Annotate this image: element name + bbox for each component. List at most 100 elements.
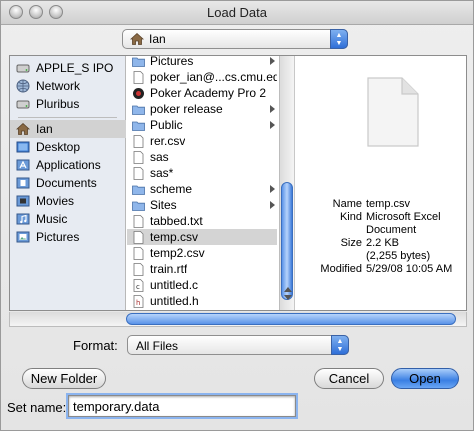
list-item[interactable]: sas — [127, 149, 277, 165]
scroll-up-icon[interactable] — [283, 287, 292, 292]
sidebar-item-label: Music — [36, 212, 68, 226]
scroll-down-icon[interactable] — [283, 295, 292, 300]
list-item[interactable]: scheme — [127, 181, 277, 197]
list-item[interactable]: train.rtf — [127, 261, 277, 277]
file-list-scrollbar[interactable] — [279, 56, 294, 310]
sidebar-item-label: Movies — [36, 194, 75, 208]
sidebar-item-label: Desktop — [36, 140, 81, 154]
preview-kind-value-2: Document — [366, 224, 417, 236]
sidebar-item-applications[interactable]: Applications — [10, 156, 126, 174]
sidebar-item-movies[interactable]: Movies — [10, 192, 126, 210]
home-icon — [16, 122, 30, 135]
file-name: Public — [150, 118, 183, 132]
folder-icon — [132, 121, 145, 131]
format-value: All Files — [136, 339, 179, 353]
sidebar-item-label: Pluribus — [36, 97, 80, 111]
file-name: untitled.c — [150, 278, 199, 292]
format-label: Format: — [73, 338, 118, 353]
document-icon — [133, 262, 144, 276]
list-item[interactable]: sas* — [127, 165, 277, 181]
horizontal-scrollbar-thumb[interactable] — [126, 313, 456, 325]
preview-name-key: Name — [332, 198, 362, 210]
sidebar-item-label: Pictures — [36, 230, 80, 244]
svg-text:h: h — [136, 299, 140, 307]
file-name: tabbed.txt — [150, 214, 203, 228]
document-icon — [133, 166, 144, 180]
file-name: sas* — [150, 166, 174, 180]
list-item[interactable]: tabbed.txt — [127, 213, 277, 229]
list-item[interactable]: Pictures — [127, 56, 277, 69]
file-name: poker_ian@...cs.cmu.edu — [150, 70, 277, 84]
list-item[interactable]: Public — [127, 117, 277, 133]
pictures-icon — [16, 231, 30, 243]
document-icon — [133, 246, 144, 260]
list-item[interactable]: rer.csv — [127, 133, 277, 149]
folder-icon — [132, 105, 145, 115]
popup-stepper-icon: ▲ ▼ — [330, 29, 348, 49]
h-file-icon: h — [133, 294, 144, 308]
open-button[interactable]: Open — [391, 368, 459, 389]
list-item[interactable]: Poker Academy Pro 2 — [127, 85, 277, 101]
applications-icon — [16, 159, 30, 171]
movies-icon — [16, 195, 30, 207]
file-name: rer.csv — [150, 134, 186, 148]
format-popup[interactable]: All Files ▲ ▼ — [127, 335, 349, 355]
sidebar-item-desktop[interactable]: Desktop — [10, 138, 126, 156]
popup-stepper-icon: ▲ ▼ — [331, 335, 349, 355]
file-list-column: Pictures poker_ian@...cs.cmu.edu Poker A… — [127, 56, 295, 310]
set-name-label: Set name: — [7, 400, 67, 415]
sidebar-item-pluribus[interactable]: Pluribus — [10, 95, 126, 113]
sidebar-item-network[interactable]: Network — [10, 77, 126, 95]
file-name: train.rtf — [150, 262, 188, 276]
list-item[interactable]: poker release — [127, 101, 277, 117]
new-folder-button[interactable]: New Folder — [22, 368, 106, 389]
sidebar-item-ian[interactable]: Ian — [10, 120, 126, 138]
sidebar-item-label: Ian — [36, 122, 53, 136]
disk-icon — [16, 100, 30, 109]
file-name: scheme — [150, 182, 193, 196]
preview-size-value: 2.2 KB — [366, 237, 400, 249]
sidebar-divider — [18, 117, 117, 118]
sidebar-item-apple-s-ipo[interactable]: APPLE_S IPO — [10, 59, 126, 77]
scrollbar-thumb[interactable] — [281, 182, 293, 300]
location-label: Ian — [149, 32, 166, 46]
preview-name-value: temp.csv — [366, 198, 411, 210]
sidebar-item-music[interactable]: Music — [10, 210, 126, 228]
list-item[interactable]: Sites — [127, 197, 277, 213]
sidebar-item-label: Network — [36, 79, 81, 93]
document-icon — [133, 214, 144, 228]
home-icon — [130, 32, 144, 45]
cancel-button[interactable]: Cancel — [314, 368, 384, 389]
list-item-selected[interactable]: temp.csv — [127, 229, 277, 245]
app-icon — [133, 87, 144, 99]
file-name: temp.csv — [150, 230, 199, 244]
preview-size-key: Size — [340, 237, 362, 249]
preview-modified-key: Modified — [320, 263, 362, 275]
disclosure-arrow-icon — [270, 201, 275, 209]
sidebar-item-label: Documents — [36, 176, 97, 190]
list-item[interactable]: poker_ian@...cs.cmu.edu — [127, 69, 277, 85]
location-popup[interactable]: Ian ▲ ▼ — [122, 29, 348, 49]
disclosure-arrow-icon — [270, 185, 275, 193]
list-item[interactable]: h untitled.h — [127, 293, 277, 309]
preview-pane: Name temp.csv Kind Microsoft Excel Docum… — [296, 56, 466, 310]
document-icon — [133, 134, 144, 148]
disclosure-arrow-icon — [270, 121, 275, 129]
list-item[interactable]: temp2.csv — [127, 245, 277, 261]
set-name-input[interactable] — [66, 393, 298, 419]
horizontal-scrollbar[interactable] — [9, 312, 467, 327]
scroll-arrows[interactable] — [280, 284, 294, 310]
file-name: Sites — [150, 198, 177, 212]
document-preview-icon — [367, 77, 419, 147]
disclosure-arrow-icon — [270, 57, 275, 65]
document-icon — [133, 230, 144, 244]
sidebar: APPLE_S IPO Network Pluribus Ian Desktop — [10, 56, 126, 310]
file-browser: APPLE_S IPO Network Pluribus Ian Desktop — [9, 55, 467, 311]
sidebar-item-documents[interactable]: Documents — [10, 174, 126, 192]
load-data-dialog: Load Data Ian ▲ ▼ APPLE_S IPO Network Plu… — [0, 0, 474, 431]
file-name: Poker Academy Pro 2 — [150, 86, 267, 100]
list-item[interactable]: c untitled.c — [127, 277, 277, 293]
music-icon — [16, 213, 30, 225]
sidebar-item-pictures[interactable]: Pictures — [10, 228, 126, 246]
file-name: sas — [150, 150, 169, 164]
